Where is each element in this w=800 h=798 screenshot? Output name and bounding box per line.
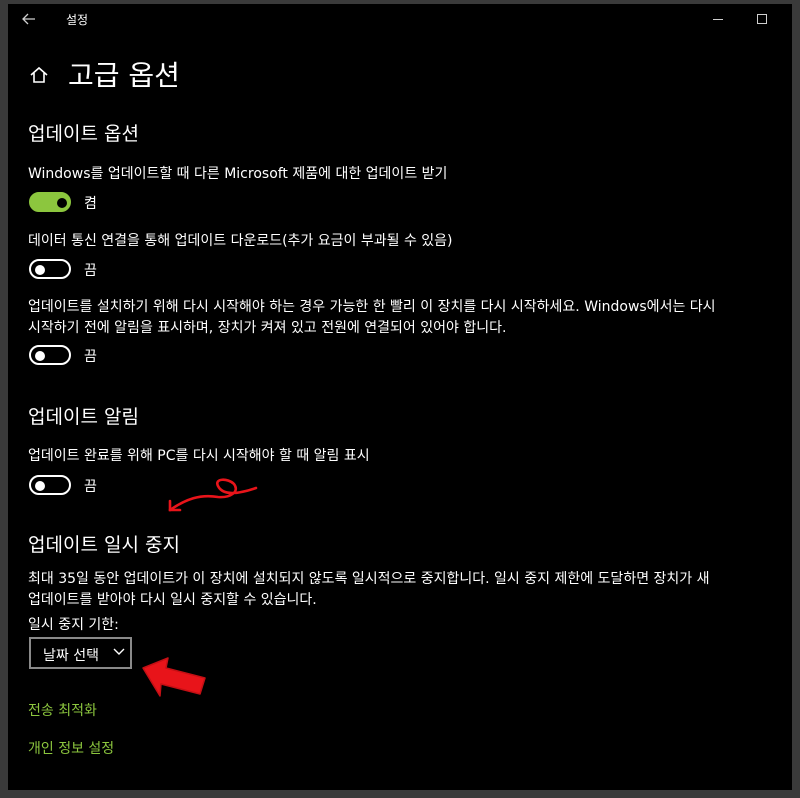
back-button[interactable]: [18, 9, 40, 29]
pause-updates-heading: 업데이트 일시 중지: [28, 534, 180, 556]
annotation-squiggle-arrow: [168, 478, 258, 512]
restart-asap-state: 끔: [84, 349, 97, 365]
restart-asap-toggle[interactable]: [29, 345, 71, 365]
other-products-label: Windows를 업데이트할 때 다른 Microsoft 제품에 대한 업데이…: [28, 166, 448, 182]
maximize-icon: [757, 14, 767, 24]
pause-updates-description: 최대 35일 동안 업데이트가 이 장치에 설치되지 않도록 일시적으로 중지합…: [28, 569, 788, 611]
back-arrow-icon: [22, 13, 35, 25]
update-notifications-heading: 업데이트 알림: [28, 406, 139, 428]
restart-notify-label: 업데이트 완료를 위해 PC를 다시 시작해야 할 때 알림 표시: [28, 448, 370, 464]
other-products-state: 켬: [84, 196, 97, 212]
pause-updates-description-line2: 업데이트를 받아야 다시 일시 중지할 수 있습니다.: [28, 592, 317, 608]
minimize-button[interactable]: [696, 8, 742, 30]
restart-asap-label-line1: 업데이트를 설치하기 위해 다시 시작해야 하는 경우 가능한 한 빨리 이 장…: [28, 299, 716, 315]
toggle-knob: [35, 265, 45, 275]
pause-date-dropdown[interactable]: 날짜 선택: [29, 637, 132, 669]
pause-date-value: 날짜 선택: [43, 648, 99, 664]
home-icon: [30, 66, 48, 83]
update-options-heading: 업데이트 옵션: [28, 123, 139, 145]
restart-notify-state: 끔: [84, 479, 97, 495]
minimize-icon: [713, 19, 723, 20]
title-bar: 설정: [8, 4, 792, 34]
maximize-button[interactable]: [738, 8, 784, 30]
metered-download-toggle[interactable]: [29, 259, 71, 279]
restart-asap-label: 업데이트를 설치하기 위해 다시 시작해야 하는 경우 가능한 한 빨리 이 장…: [28, 297, 778, 339]
annotation-squiggle-arrowhead: [168, 499, 182, 512]
restart-asap-label-line2: 시작하기 전에 알림을 표시하며, 장치가 켜져 있고 전원에 연결되어 있어야…: [28, 320, 507, 336]
chevron-down-icon: [113, 648, 125, 655]
page-title: 고급 옵션: [68, 59, 180, 92]
toggle-knob: [35, 351, 45, 361]
metered-download-label: 데이터 통신 연결을 통해 업데이트 다운로드(추가 요금이 부과될 수 있음): [28, 233, 453, 249]
other-products-toggle[interactable]: [29, 192, 71, 212]
annotation-big-arrow: [142, 657, 206, 697]
delivery-optimization-link[interactable]: 전송 최적화: [28, 700, 97, 720]
restart-notify-toggle[interactable]: [29, 475, 71, 495]
privacy-settings-link[interactable]: 개인 정보 설정: [28, 738, 114, 758]
toggle-knob: [57, 198, 67, 208]
app-title: 설정: [66, 13, 89, 27]
home-button[interactable]: [28, 64, 50, 86]
settings-window: 설정 고급 옵션 업데이트 옵션 Windows를 업데이트할 때 다른 Mic…: [8, 4, 792, 790]
pause-updates-description-line1: 최대 35일 동안 업데이트가 이 장치에 설치되지 않도록 일시적으로 중지합…: [28, 571, 710, 587]
metered-download-state: 끔: [84, 263, 97, 279]
toggle-knob: [35, 481, 45, 491]
pause-until-label: 일시 중지 기한:: [28, 617, 119, 633]
